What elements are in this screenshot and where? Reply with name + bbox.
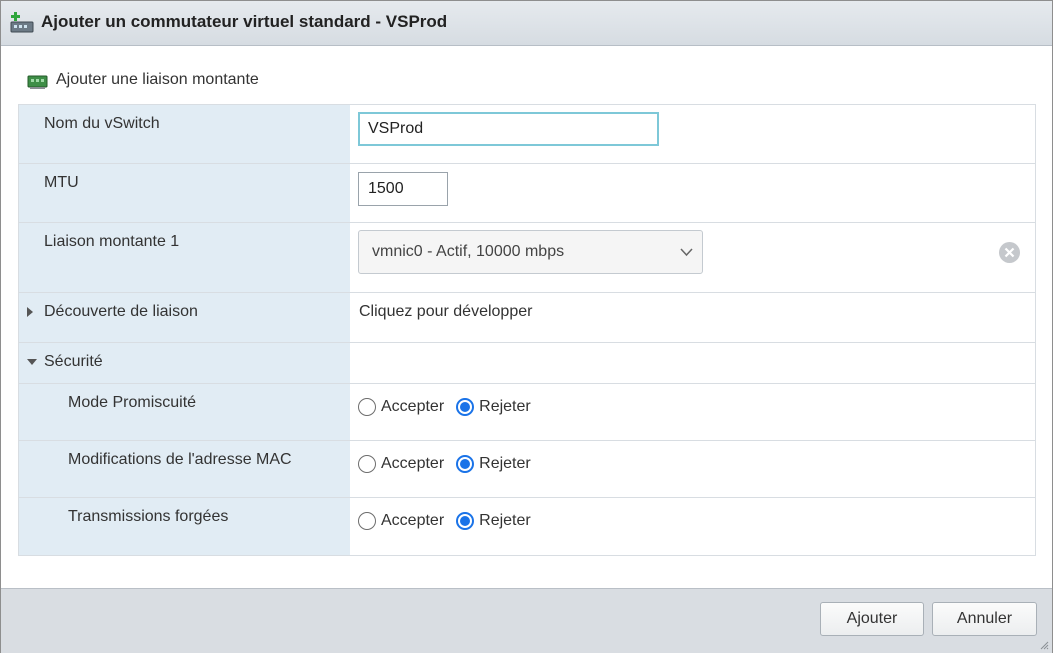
link-discovery-expand-link[interactable]: Cliquez pour développer [359,303,532,321]
expand-caret-icon [27,307,33,317]
link-discovery-label: Découverte de liaison [44,303,198,320]
row-mtu: MTU [19,163,1035,222]
nic-add-icon [27,75,48,89]
mtu-label: MTU [44,174,79,191]
close-icon [1004,247,1015,258]
dialog-titlebar: Ajouter un commutateur virtuel standard … [1,1,1052,46]
uplink-1-label: Liaison montante 1 [44,233,180,250]
promiscuous-label: Mode Promiscuité [68,394,197,411]
forged-transmits-reject-radio[interactable]: Rejeter [456,512,531,530]
radio-label: Rejeter [479,455,531,472]
security-label: Sécurité [44,353,103,370]
mac-changes-label: Modifications de l'adresse MAC [68,451,292,468]
add-uplink-label: Ajouter une liaison montante [56,71,259,88]
vswitch-name-input[interactable] [358,112,659,146]
dialog-footer: Ajouter Annuler [1,588,1052,653]
forged-transmits-label: Transmissions forgées [68,508,229,525]
radio-label: Rejeter [479,512,531,529]
promiscuous-accept-radio[interactable]: Accepter [358,398,444,416]
vswitch-form: Nom du vSwitch MTU Liaison montante 1 vm… [18,104,1036,556]
resize-grip-icon[interactable] [1039,640,1049,650]
radio-circle-selected [456,512,475,530]
promiscuous-radio-group: Accepter Rejeter [358,398,543,416]
forged-transmits-accept-radio[interactable]: Accepter [358,512,444,530]
uplink-1-select[interactable]: vmnic0 - Actif, 10000 mbps [358,230,703,274]
row-mac-changes: Modifications de l'adresse MAC Accepter … [19,440,1035,498]
radio-circle [358,455,376,473]
promiscuous-reject-radio[interactable]: Rejeter [456,398,531,416]
vswitch-add-icon [10,12,34,34]
row-security[interactable]: Sécurité [19,342,1035,384]
collapse-caret-icon [27,359,37,365]
cancel-button[interactable]: Annuler [932,602,1037,636]
radio-label: Rejeter [479,398,531,415]
dialog-title: Ajouter un commutateur virtuel standard … [41,12,448,31]
radio-circle [358,398,376,416]
add-uplink-button[interactable]: Ajouter une liaison montante [27,68,259,92]
forged-transmits-radio-group: Accepter Rejeter [358,512,543,530]
chevron-down-icon [680,248,693,257]
radio-label: Accepter [381,398,445,415]
radio-label: Accepter [381,455,445,472]
mtu-input[interactable] [358,172,448,206]
row-forged-transmits: Transmissions forgées Accepter Rejeter [19,497,1035,555]
mac-changes-accept-radio[interactable]: Accepter [358,455,444,473]
vswitch-name-label: Nom du vSwitch [44,115,160,132]
remove-uplink-button[interactable] [999,242,1020,263]
mac-changes-reject-radio[interactable]: Rejeter [456,455,531,473]
radio-circle-selected [456,455,475,473]
uplink-1-value: vmnic0 - Actif, 10000 mbps [372,243,565,260]
radio-circle-selected [456,398,475,416]
row-uplink-1: Liaison montante 1 vmnic0 - Actif, 10000… [19,222,1035,292]
row-promiscuous: Mode Promiscuité Accepter Rejeter [19,383,1035,441]
add-vswitch-dialog: Ajouter un commutateur virtuel standard … [0,0,1053,653]
radio-circle [358,512,376,530]
row-vswitch-name: Nom du vSwitch [19,105,1035,163]
add-button[interactable]: Ajouter [820,602,924,636]
radio-label: Accepter [381,512,445,529]
row-link-discovery[interactable]: Découverte de liaison Cliquez pour dével… [19,292,1035,343]
mac-changes-radio-group: Accepter Rejeter [358,455,543,473]
